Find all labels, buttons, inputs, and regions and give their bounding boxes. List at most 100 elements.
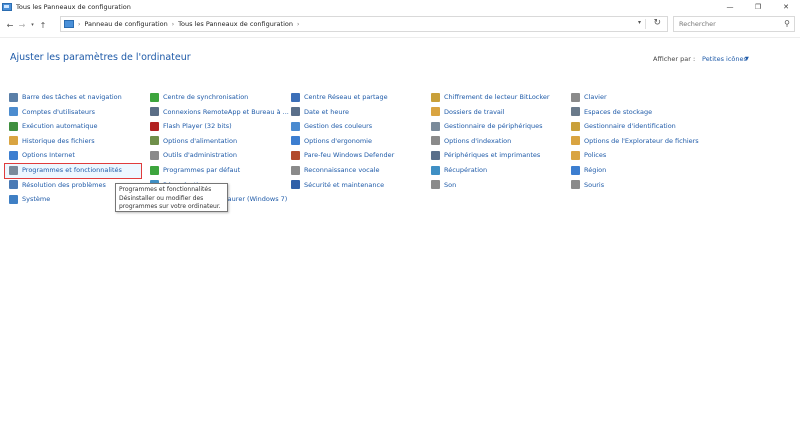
item-label: Options d'indexation [444, 136, 512, 145]
breadcrumb-all-panels[interactable]: Tous les Panneaux de configuration [178, 20, 293, 28]
taskbar-icon [9, 92, 18, 102]
item-label: Polices [584, 151, 607, 160]
recent-locations-chevron-icon[interactable]: ▾ [28, 18, 37, 32]
control-panel-item[interactable]: Récupération [431, 164, 487, 176]
control-panel-item[interactable]: Programmes par défaut [150, 164, 240, 176]
item-label: Gestionnaire d'identification [584, 122, 676, 131]
ease-of-access-icon [291, 136, 300, 146]
user-accounts-icon [9, 107, 18, 117]
control-panel-item[interactable]: Connexions RemoteApp et Bureau à ... [150, 106, 289, 118]
minimize-button[interactable]: — [716, 0, 744, 13]
default-programs-icon [150, 165, 159, 175]
item-label: Dossiers de travail [444, 107, 505, 116]
indexing-icon [431, 136, 440, 146]
control-panel-item[interactable]: Périphériques et imprimantes [431, 149, 540, 161]
control-panel-item[interactable]: Options Internet [9, 149, 75, 161]
item-label: Clavier [584, 93, 607, 101]
item-label: Comptes d'utilisateurs [22, 107, 96, 116]
control-panel-item[interactable]: Options d'indexation [431, 135, 511, 147]
control-panel-item[interactable]: Comptes d'utilisateurs [9, 106, 95, 118]
control-panel-item[interactable]: Région [571, 164, 606, 176]
control-panel-item[interactable]: Barre des tâches et navigation [9, 91, 122, 103]
item-label: Espaces de stockage [584, 107, 653, 116]
control-panel-item[interactable]: Dossiers de travail [431, 106, 505, 118]
title-bar: Tous les Panneaux de configuration — ❐ ✕ [0, 0, 800, 13]
work-folders-icon [431, 107, 440, 117]
storage-spaces-icon [571, 107, 580, 117]
control-panel-item[interactable]: Sécurité et maintenance [291, 179, 384, 191]
control-panel-item[interactable]: Système [9, 193, 50, 205]
color-management-icon [291, 121, 300, 131]
control-panel-item[interactable]: Date et heure [291, 106, 349, 118]
item-label: Options de l'Explorateur de fichiers [584, 136, 699, 145]
breadcrumb-separator-icon[interactable]: › [78, 21, 80, 28]
control-panel-item[interactable]: Centre Réseau et partage [291, 91, 388, 103]
breadcrumb-separator-icon[interactable]: › [172, 21, 174, 28]
item-label: Gestion des couleurs [304, 122, 373, 131]
address-divider [645, 19, 646, 29]
control-panel-item[interactable]: Espaces de stockage [571, 106, 652, 118]
control-panel-item[interactable]: Polices [571, 149, 606, 161]
control-panel-item[interactable]: Flash Player (32 bits) [150, 120, 232, 132]
view-by-dropdown[interactable]: Petites icônes [702, 55, 747, 63]
control-panel-item[interactable]: Chiffrement de lecteur BitLocker [431, 91, 550, 103]
control-panel-item[interactable]: Historique des fichiers [9, 135, 95, 147]
item-label: Sécurité et maintenance [304, 180, 385, 189]
control-panel-item[interactable]: Gestion des couleurs [291, 120, 372, 132]
sync-center-icon [150, 92, 159, 102]
tooltip-line: Désinstaller ou modifier des [119, 194, 204, 202]
control-panel-item[interactable]: Résolution des problèmes [9, 179, 106, 191]
control-panel-item[interactable]: Gestionnaire de périphériques [431, 120, 543, 132]
item-label: Options d'alimentation [163, 136, 238, 145]
item-label: Reconnaissance vocale [304, 166, 380, 174]
forward-arrow-icon[interactable]: → [16, 18, 28, 32]
chevron-down-icon[interactable]: ▼ [745, 56, 749, 62]
control-panel-item[interactable]: Clavier [571, 91, 607, 103]
control-panel-item[interactable]: Exécution automatique [9, 120, 98, 132]
window-title: Tous les Panneaux de configuration [16, 2, 131, 11]
search-icon[interactable]: ⚲ [784, 19, 790, 28]
tooltip-title: Programmes et fonctionnalités [119, 186, 212, 193]
breadcrumb-control-panel[interactable]: Panneau de configuration [84, 20, 167, 28]
search-input[interactable] [679, 20, 783, 28]
control-panel-item[interactable]: Options d'alimentation [150, 135, 237, 147]
maximize-button[interactable]: ❐ [744, 0, 772, 13]
search-box[interactable]: ⚲ [673, 16, 795, 32]
close-button[interactable]: ✕ [772, 0, 800, 13]
back-arrow-icon[interactable]: ← [4, 18, 16, 32]
power-options-icon [150, 136, 159, 146]
control-panel-item[interactable]: Pare-feu Windows Defender [291, 149, 394, 161]
control-panel-item[interactable]: Son [431, 179, 456, 191]
tooltip-line: programmes sur votre ordinateur. [119, 203, 221, 210]
up-arrow-icon[interactable]: ↑ [37, 18, 49, 32]
item-label: Date et heure [304, 107, 349, 116]
item-label: Pare-feu Windows Defender [304, 151, 395, 160]
control-panel-item[interactable]: Options de l'Explorateur de fichiers [571, 135, 699, 147]
file-history-icon [9, 136, 18, 146]
control-panel-item[interactable]: Options d'ergonomie [291, 135, 372, 147]
control-panel-item[interactable]: Reconnaissance vocale [291, 164, 380, 176]
speech-recognition-icon [291, 165, 300, 175]
item-label: Gestionnaire de périphériques [444, 122, 543, 131]
item-label: Barre des tâches et navigation [22, 93, 122, 101]
breadcrumb-separator-icon[interactable]: › [297, 21, 299, 28]
item-label: Programmes par défaut [163, 166, 241, 174]
control-panel-item[interactable]: Gestionnaire d'identification [571, 120, 676, 132]
date-time-icon [291, 107, 300, 117]
item-label: Centre Réseau et partage [304, 93, 388, 101]
security-flag-icon [291, 180, 300, 190]
address-dropdown-icon[interactable]: ▾ [638, 19, 641, 26]
item-label: Outils d'administration [163, 151, 237, 160]
control-panel-item[interactable]: Outils d'administration [150, 149, 237, 161]
control-panel-item[interactable]: Centre de synchronisation [150, 91, 248, 103]
item-label: Résolution des problèmes [22, 180, 106, 189]
recovery-icon [431, 165, 440, 175]
control-panel-item[interactable]: Souris [571, 179, 604, 191]
item-label: Chiffrement de lecteur BitLocker [444, 93, 550, 101]
tooltip: Programmes et fonctionnalités Désinstall… [115, 183, 228, 212]
item-label: Récupération [444, 166, 488, 174]
refresh-icon[interactable]: ↻ [653, 18, 661, 28]
item-label: Options Internet [22, 151, 75, 160]
control-panel-item[interactable]: Programmes et fonctionnalités [9, 164, 122, 176]
address-bar[interactable]: › Panneau de configuration › Tous les Pa… [60, 16, 668, 32]
